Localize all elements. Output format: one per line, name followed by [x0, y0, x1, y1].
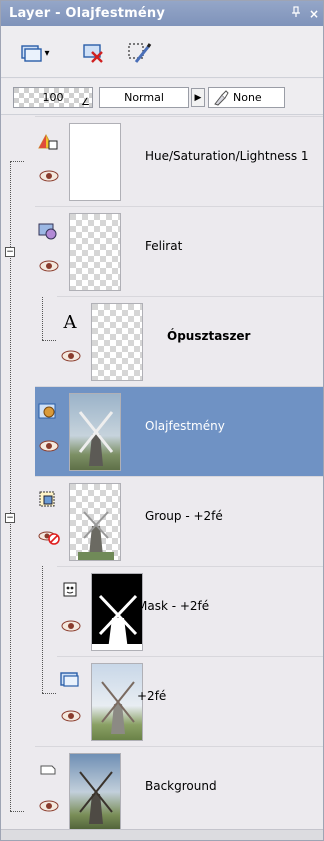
layer-thumbnail [69, 753, 121, 831]
collapse-felirat-button[interactable]: − [5, 247, 15, 257]
background-layer-icon [37, 759, 59, 781]
layer-thumbnail [91, 663, 143, 741]
layer-name: Hue/Saturation/Lightness 1 [145, 149, 309, 163]
visibility-eye-icon[interactable] [38, 799, 60, 813]
palette-bottom-edge [1, 829, 323, 840]
tree-connector [42, 340, 56, 341]
mask-layer-icon [59, 579, 81, 601]
opacity-slider-icon[interactable]: ∠ [81, 97, 90, 108]
layer-row[interactable]: Felirat [35, 206, 323, 296]
layer-thumbnail [69, 213, 121, 291]
new-layer-button[interactable]: ▾ [15, 40, 55, 66]
tree-connector [42, 693, 56, 694]
visibility-eye-icon[interactable] [38, 439, 60, 453]
layer-thumbnail [69, 123, 121, 201]
layer-name: Felirat [145, 239, 183, 253]
windmill-thumbnail-icon [101, 681, 135, 734]
tree-line-felirat [42, 294, 43, 340]
windmill-thumbnail-icon [78, 511, 114, 560]
layer-palette: Layer - Olajfestmény × ▾ 100 ∠ Normal ▶ … [0, 0, 324, 841]
layer-row[interactable]: +2fé [57, 656, 323, 746]
windmill-mask-icon [92, 594, 142, 650]
pin-icon[interactable] [287, 6, 305, 21]
chevron-down-icon: ▾ [44, 47, 50, 59]
tree-line-root [10, 161, 11, 811]
palette-titlebar[interactable]: Layer - Olajfestmény × [1, 1, 323, 26]
windmill-thumbnail-icon [79, 771, 113, 824]
visibility-hidden-icon[interactable] [38, 529, 60, 545]
link-mode-select[interactable]: None [208, 87, 285, 108]
layer-name: +2fé [137, 689, 167, 703]
layer-row[interactable]: A Ópusztaszer [57, 296, 323, 386]
visibility-eye-icon[interactable] [60, 619, 82, 633]
layer-properties-bar: 100 ∠ Normal ▶ None [1, 79, 323, 115]
raster-layer-icon [37, 401, 59, 423]
raster-layer-icon [59, 669, 81, 691]
layer-toolbar: ▾ [1, 26, 323, 78]
blend-mode-value: Normal [124, 91, 164, 104]
layer-thumbnail [91, 303, 143, 381]
windmill-thumbnail-icon [78, 411, 114, 466]
collapse-group-button[interactable]: − [5, 513, 15, 523]
blend-mode-dropdown-button[interactable]: ▶ [191, 88, 205, 107]
group-layer-icon [37, 489, 59, 511]
delete-layer-button[interactable] [81, 40, 107, 66]
new-layer-icon [21, 45, 43, 62]
layer-thumbnail [69, 483, 121, 561]
chevron-right-icon: ▶ [194, 92, 202, 103]
layer-row-selected[interactable]: Olajfestmény [35, 386, 323, 476]
layer-row[interactable]: Hue/Saturation/Lightness 1 [35, 116, 323, 206]
layer-name: Ópusztaszer [167, 329, 251, 343]
opacity-field[interactable]: 100 ∠ [13, 87, 93, 108]
layer-row[interactable]: Group - +2fé [35, 476, 323, 566]
tree-line-group [42, 563, 43, 693]
link-mode-value: None [233, 91, 262, 104]
tree-connector [10, 811, 24, 812]
adjustment-layer-icon [37, 131, 59, 153]
brush-link-icon [214, 89, 229, 106]
layer-name: Background [145, 779, 217, 793]
layer-name: Group - +2fé [145, 509, 223, 523]
visibility-eye-icon[interactable] [38, 259, 60, 273]
layer-row[interactable]: Background [35, 746, 323, 836]
visibility-eye-icon[interactable] [60, 349, 82, 363]
close-icon[interactable]: × [305, 7, 323, 21]
layer-row[interactable]: Mask - +2fé [57, 566, 323, 656]
tree-connector [10, 161, 24, 162]
visibility-eye-icon[interactable] [38, 169, 60, 183]
group-layer-icon [37, 221, 59, 243]
opacity-value: 100 [42, 91, 64, 104]
text-layer-icon: A [63, 311, 77, 333]
visibility-eye-icon[interactable] [60, 709, 82, 723]
layer-name: Mask - +2fé [137, 599, 210, 613]
delete-layer-icon [83, 44, 103, 63]
layer-name: Olajfestmény [145, 419, 225, 433]
layers-list: − − Hue/Saturation/Lightness 1 Felirat A… [1, 116, 323, 836]
palette-title: Layer - Olajfestmény [9, 6, 166, 21]
layer-thumbnail [69, 393, 121, 471]
layer-thumbnail [91, 573, 143, 651]
edit-selection-button[interactable] [125, 40, 153, 66]
blend-mode-select[interactable]: Normal [99, 87, 189, 108]
edit-selection-icon [128, 43, 152, 63]
